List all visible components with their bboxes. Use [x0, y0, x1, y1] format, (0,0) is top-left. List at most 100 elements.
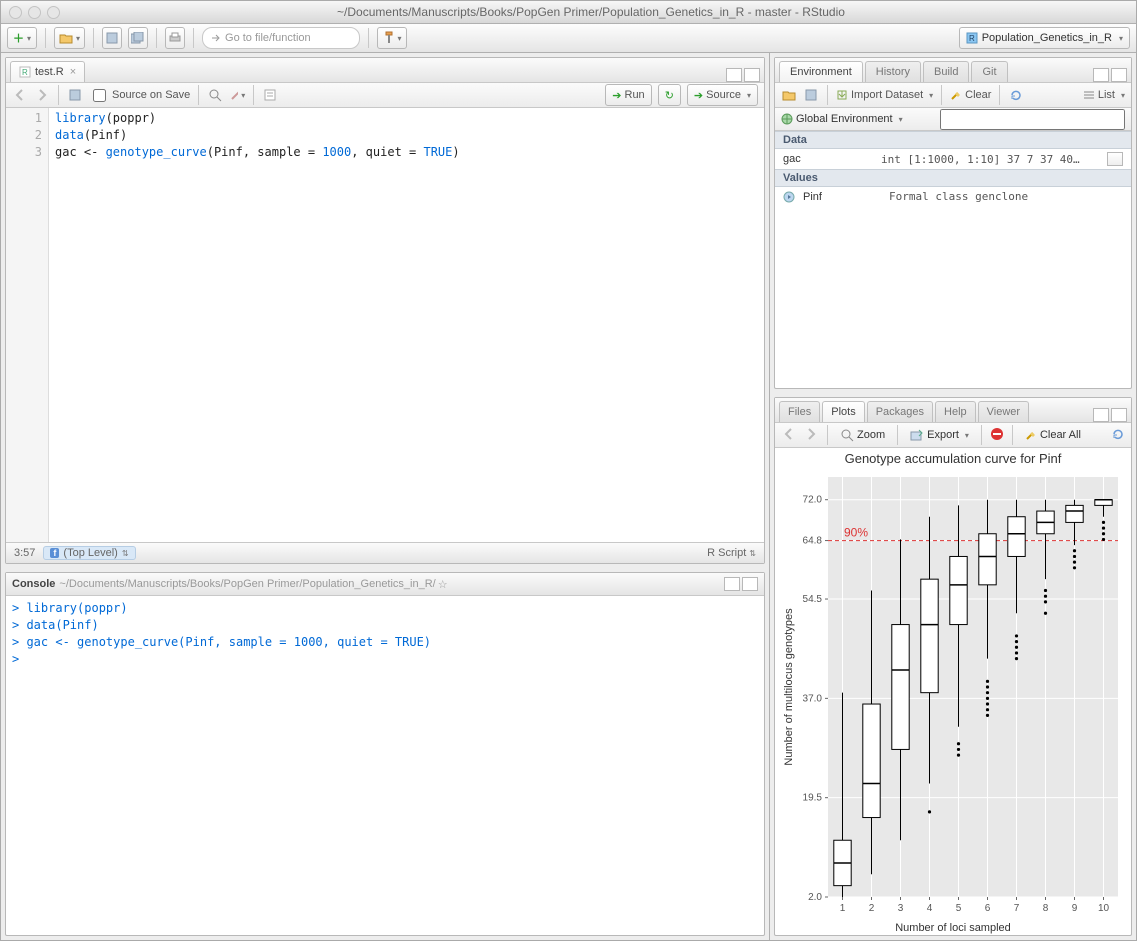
save-source-button[interactable]: [67, 87, 83, 103]
clear-all-plots-button[interactable]: Clear All: [1021, 425, 1085, 445]
export-button[interactable]: Export: [906, 425, 973, 445]
console-output[interactable]: > library(poppr) > data(Pinf) > gac <- g…: [6, 596, 764, 935]
broom-icon: [1025, 429, 1037, 441]
maximize-console-button[interactable]: [742, 577, 758, 591]
env-header-values: Values: [775, 169, 1131, 187]
expand-icon[interactable]: [783, 191, 795, 203]
env-search-input[interactable]: [940, 109, 1125, 130]
folder-icon: [782, 89, 796, 101]
export-icon: [910, 429, 924, 441]
save-all-icon: [131, 32, 145, 44]
env-scope-selector[interactable]: Global Environment: [781, 113, 903, 125]
plot-prev-button[interactable]: [781, 426, 797, 445]
minimize-plots-button[interactable]: [1093, 408, 1109, 422]
source-button[interactable]: ➔Source: [687, 84, 758, 106]
left-column: R test.R × Source on Save: [1, 53, 770, 940]
cursor-position: 3:57: [14, 547, 35, 559]
svg-text:2.0: 2.0: [808, 892, 822, 903]
list-icon: [1083, 90, 1095, 100]
svg-text:1: 1: [840, 903, 846, 914]
source-tab-test-r[interactable]: R test.R ×: [10, 61, 85, 82]
maximize-env-button[interactable]: [1111, 68, 1127, 82]
forward-button[interactable]: [34, 87, 50, 103]
print-button[interactable]: [165, 27, 185, 49]
save-button[interactable]: [102, 27, 122, 49]
svg-text:R: R: [969, 34, 975, 43]
source-tabs: R test.R ×: [6, 58, 764, 83]
maximize-pane-button[interactable]: [744, 68, 760, 82]
notebook-icon: [263, 88, 277, 102]
svg-text:Number of loci sampled: Number of loci sampled: [895, 922, 1011, 934]
svg-text:6: 6: [985, 903, 991, 914]
refresh-icon: [1111, 427, 1125, 441]
editor-status: 3:57 f(Top Level)⇅ R Script⇅: [6, 542, 764, 563]
env-row-pinf[interactable]: Pinf Formal class genclone: [775, 187, 1131, 206]
code-editor[interactable]: 1 2 3 library(poppr) data(Pinf) gac <- g…: [6, 108, 764, 542]
open-file-button[interactable]: [54, 27, 85, 49]
maximize-plots-button[interactable]: [1111, 408, 1127, 422]
folder-open-icon: [59, 32, 73, 44]
env-view-mode[interactable]: List: [1083, 89, 1125, 101]
right-column: Environment History Build Git Import Dat…: [770, 53, 1136, 940]
globe-icon: [781, 113, 793, 125]
refresh-icon: [1009, 88, 1023, 102]
goto-arrow-icon: [211, 33, 221, 43]
env-scope-row: Global Environment: [775, 108, 1131, 131]
view-data-button[interactable]: [1107, 152, 1123, 166]
source-on-save-checkbox[interactable]: Source on Save: [89, 86, 190, 105]
plot-area: 90%2.019.537.054.564.872.012345678910Gen…: [775, 448, 1131, 935]
tab-help[interactable]: Help: [935, 401, 976, 422]
console-path: ~/Documents/Manuscripts/Books/PopGen Pri…: [59, 578, 435, 590]
console-header: Console ~/Documents/Manuscripts/Books/Po…: [6, 573, 764, 596]
clear-env-button[interactable]: Clear: [950, 89, 991, 101]
svg-text:10: 10: [1098, 903, 1110, 914]
minimize-pane-button[interactable]: [726, 68, 742, 82]
remove-plot-button[interactable]: [990, 427, 1004, 444]
code-area[interactable]: library(poppr) data(Pinf) gac <- genotyp…: [49, 108, 764, 542]
tools-menu-button[interactable]: [377, 27, 407, 49]
tab-environment[interactable]: Environment: [779, 61, 863, 82]
tab-files[interactable]: Files: [779, 401, 820, 422]
tab-build[interactable]: Build: [923, 61, 969, 82]
goto-file-function-input[interactable]: Go to file/function: [202, 27, 360, 49]
minimize-console-button[interactable]: [724, 577, 740, 591]
import-dataset-button[interactable]: Import Dataset: [836, 89, 933, 101]
find-button[interactable]: [207, 87, 223, 103]
plot-next-button[interactable]: [803, 426, 819, 445]
save-workspace-button[interactable]: [803, 87, 819, 103]
minimize-window-button[interactable]: [28, 6, 41, 19]
load-workspace-button[interactable]: [781, 87, 797, 103]
env-row-gac[interactable]: gac int [1:1000, 1:10] 37 7 37 40…: [775, 149, 1131, 169]
wand-button[interactable]: [229, 87, 245, 103]
rerun-button[interactable]: ↻: [658, 84, 681, 106]
zoom-button[interactable]: Zoom: [836, 425, 889, 445]
refresh-plot-button[interactable]: [1111, 427, 1125, 444]
language-selector[interactable]: R Script⇅: [707, 547, 756, 559]
proxy-icon: [1114, 5, 1128, 19]
goto-placeholder: Go to file/function: [225, 32, 311, 44]
tab-viewer[interactable]: Viewer: [978, 401, 1029, 422]
import-icon: [836, 89, 848, 101]
run-button[interactable]: ➔Run: [605, 84, 651, 106]
genotype-curve-chart: 90%2.019.537.054.564.872.012345678910Gen…: [778, 448, 1128, 935]
project-menu[interactable]: R Population_Genetics_in_R: [959, 27, 1130, 49]
svg-text:4: 4: [927, 903, 933, 914]
tab-plots[interactable]: Plots: [822, 401, 864, 422]
notebook-button[interactable]: [262, 87, 278, 103]
tab-history[interactable]: History: [865, 61, 921, 82]
tab-git[interactable]: Git: [971, 61, 1007, 82]
scope-selector[interactable]: f(Top Level)⇅: [43, 546, 135, 560]
console-path-picker[interactable]: ☆: [438, 578, 448, 591]
close-tab-button[interactable]: ×: [70, 66, 76, 78]
project-icon: R: [966, 32, 978, 44]
window-title: ~/Documents/Manuscripts/Books/PopGen Pri…: [74, 5, 1108, 19]
minimize-env-button[interactable]: [1093, 68, 1109, 82]
zoom-window-button[interactable]: [47, 6, 60, 19]
save-all-button[interactable]: [128, 27, 148, 49]
new-file-button[interactable]: ＋: [7, 27, 37, 49]
refresh-env-button[interactable]: [1008, 87, 1024, 103]
tab-packages[interactable]: Packages: [867, 401, 933, 422]
back-button[interactable]: [12, 87, 28, 103]
print-icon: [168, 32, 182, 44]
close-window-button[interactable]: [9, 6, 22, 19]
